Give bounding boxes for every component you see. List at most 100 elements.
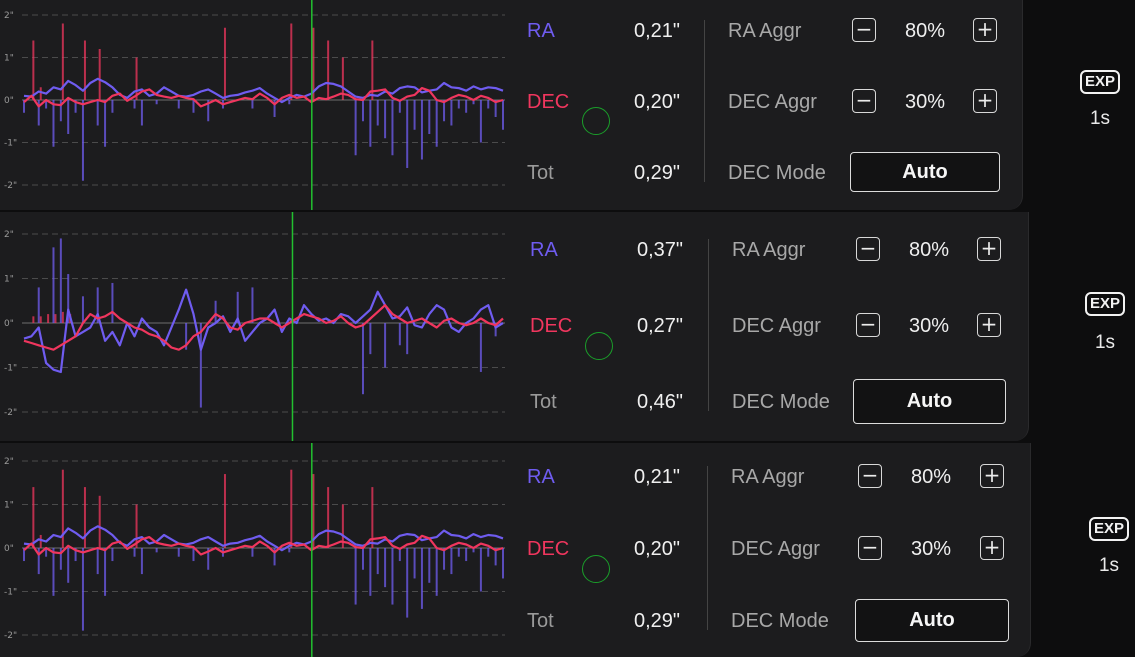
dec-correction-bar bbox=[39, 316, 42, 323]
ra-correction-bar bbox=[37, 287, 40, 323]
dec-aggr-decrease-button[interactable]: − bbox=[856, 313, 880, 337]
ra-correction-bar bbox=[369, 323, 372, 355]
y-tick-label: 0" bbox=[4, 319, 14, 329]
ra-correction-bar bbox=[361, 100, 364, 122]
ra-correction-bar bbox=[155, 548, 158, 553]
ra-aggr-increase-button[interactable]: + bbox=[980, 464, 1004, 488]
dec-correction-bar bbox=[32, 40, 35, 100]
dec-correction-bar bbox=[327, 487, 330, 548]
dec-correction-bar bbox=[39, 87, 42, 100]
y-tick-label: 2" bbox=[4, 11, 14, 21]
guiding-graph: 2" 1" 0" -1" -2" bbox=[0, 443, 510, 657]
dec-mode-label: DEC Mode bbox=[731, 610, 829, 632]
exposure-value: 1s bbox=[1094, 332, 1116, 353]
ra-aggr-value: 80% bbox=[904, 20, 946, 42]
ra-correction-bar bbox=[192, 548, 195, 562]
exposure-icon[interactable]: EXP bbox=[1080, 70, 1120, 94]
ra-aggr-label: RA Aggr bbox=[731, 466, 805, 488]
dec-correction-bar bbox=[39, 534, 42, 548]
ra-correction-bar bbox=[155, 100, 158, 105]
ra-correction-bar bbox=[369, 548, 372, 596]
dec-correction-bar bbox=[32, 487, 35, 548]
ra-correction-bar bbox=[140, 548, 143, 575]
dec-correction-bar bbox=[223, 474, 226, 548]
ra-aggr-value: 80% bbox=[910, 466, 952, 488]
y-tick-label: -1" bbox=[4, 364, 17, 374]
ra-correction-bar bbox=[406, 323, 409, 355]
ra-correction-bar bbox=[398, 323, 401, 346]
ra-correction-bar bbox=[435, 100, 438, 147]
y-tick-label: 1" bbox=[4, 275, 14, 285]
dec-correction-bar bbox=[83, 40, 86, 100]
ra-correction-bar bbox=[177, 100, 180, 109]
ra-correction-bar bbox=[384, 323, 387, 368]
ra-correction-bar bbox=[52, 548, 55, 596]
tot-value: 0,46" bbox=[636, 391, 683, 413]
dec-aggr-value: 30% bbox=[904, 91, 946, 113]
ra-correction-bar bbox=[192, 100, 195, 113]
dec-aggr-label: DEC Aggr bbox=[728, 91, 817, 113]
ra-aggr-decrease-button[interactable]: − bbox=[858, 464, 882, 488]
ra-correction-bar bbox=[67, 548, 70, 583]
dec-aggr-decrease-button[interactable]: − bbox=[858, 536, 882, 560]
dec-aggr-decrease-button[interactable]: − bbox=[852, 89, 876, 113]
dec-correction-bar bbox=[312, 27, 315, 100]
y-tick-label: -2" bbox=[4, 408, 17, 418]
dec-correction-bar bbox=[47, 314, 50, 323]
dec-mode-button[interactable]: Auto bbox=[850, 152, 1000, 192]
ra-error-line bbox=[23, 77, 504, 104]
dec-aggr-increase-button[interactable]: + bbox=[977, 313, 1001, 337]
ra-correction-bar bbox=[398, 100, 401, 113]
ra-correction-bar bbox=[96, 548, 99, 575]
ra-correction-bar bbox=[406, 548, 409, 618]
ra-correction-bar bbox=[111, 100, 114, 113]
ra-correction-bar bbox=[81, 548, 84, 631]
ra-label: RA bbox=[527, 20, 555, 42]
dec-mode-button[interactable]: Auto bbox=[855, 599, 1009, 642]
dec-correction-bar bbox=[32, 316, 35, 323]
ra-aggr-decrease-button[interactable]: − bbox=[852, 18, 876, 42]
ra-correction-bar bbox=[479, 323, 482, 372]
ra-correction-bar bbox=[361, 323, 364, 395]
guiding-row-2: 2" 1" 0" -1" -2" RA 0,37" DEC 0,27" Tot 0,46… bbox=[0, 212, 1135, 441]
ra-correction-bar bbox=[104, 548, 107, 596]
ra-correction-bar bbox=[104, 100, 107, 147]
ra-label: RA bbox=[527, 466, 555, 488]
ra-correction-bar bbox=[133, 548, 136, 557]
dec-aggr-increase-button[interactable]: + bbox=[973, 89, 997, 113]
exposure-icon[interactable]: EXP bbox=[1089, 517, 1129, 541]
tot-label: Tot bbox=[527, 162, 554, 184]
dec-correction-bar bbox=[98, 49, 101, 100]
ra-correction-bar bbox=[52, 100, 55, 147]
ra-aggr-increase-button[interactable]: + bbox=[973, 18, 997, 42]
exposure-side-panel bbox=[1052, 212, 1135, 441]
ra-correction-bar bbox=[384, 100, 387, 139]
ra-correction-bar bbox=[376, 548, 379, 575]
ra-correction-bar bbox=[384, 548, 387, 588]
ra-correction-bar bbox=[435, 548, 438, 596]
dec-label: DEC bbox=[530, 315, 573, 337]
exposure-side-panel bbox=[1046, 0, 1135, 210]
dec-correction-bar bbox=[290, 23, 293, 100]
dec-correction-bar bbox=[223, 27, 226, 100]
ra-error-line bbox=[23, 288, 504, 374]
ra-aggr-label: RA Aggr bbox=[728, 20, 802, 42]
dec-aggr-increase-button[interactable]: + bbox=[980, 536, 1004, 560]
divider bbox=[708, 239, 709, 411]
ra-correction-bar bbox=[376, 100, 379, 126]
ra-aggr-decrease-button[interactable]: − bbox=[856, 237, 880, 261]
exposure-icon[interactable]: EXP bbox=[1085, 292, 1125, 316]
ra-correction-bar bbox=[354, 100, 357, 156]
ra-value: 0,37" bbox=[636, 239, 683, 261]
exposure-value: 1s bbox=[1089, 108, 1111, 129]
tot-label: Tot bbox=[527, 610, 554, 632]
dec-mode-label: DEC Mode bbox=[732, 391, 830, 413]
dec-mode-button[interactable]: Auto bbox=[853, 379, 1006, 424]
ra-correction-bar bbox=[479, 100, 482, 143]
ra-correction-bar bbox=[140, 100, 143, 126]
dec-aggr-value: 30% bbox=[908, 315, 950, 337]
ra-correction-bar bbox=[391, 548, 394, 605]
ra-correction-bar bbox=[413, 100, 416, 130]
ra-correction-bar bbox=[465, 100, 468, 113]
ra-aggr-increase-button[interactable]: + bbox=[977, 237, 1001, 261]
